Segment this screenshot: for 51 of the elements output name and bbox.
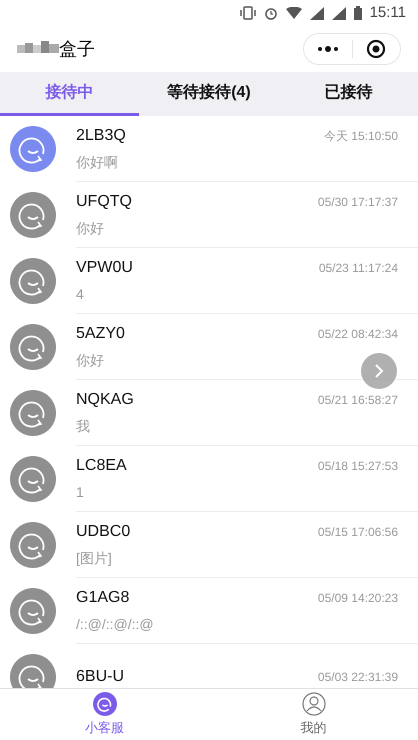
signal-icon <box>332 6 346 20</box>
conversation-item[interactable]: UFQTQ 05/30 17:17:37 你好 <box>0 182 418 248</box>
message-preview: 我 <box>76 417 91 436</box>
tab[interactable]: 等待接待(4) <box>139 72 279 116</box>
wifi-icon <box>286 7 302 19</box>
conversation-item[interactable]: NQKAG 05/21 16:58:27 我 <box>0 380 418 446</box>
status-time: 15:11 <box>370 2 406 23</box>
message-time: 05/09 14:20:23 <box>318 590 398 607</box>
target-icon <box>366 39 386 59</box>
message-preview: 你好 <box>76 219 105 238</box>
message-preview: 你好 <box>76 351 105 370</box>
message-time: 05/30 17:17:37 <box>318 194 398 211</box>
message-preview: 你好啊 <box>76 153 119 172</box>
message-preview: 1 <box>76 483 85 502</box>
vibrate-icon <box>240 6 256 20</box>
message-time: 05/15 17:06:56 <box>318 524 398 541</box>
chevron-right-icon <box>374 364 384 378</box>
message-preview: 4 <box>76 285 85 304</box>
message-time: 05/23 11:17:24 <box>318 260 398 277</box>
signal-icon <box>310 6 324 20</box>
contact-name: UFQTQ <box>76 192 132 212</box>
conversation-item[interactable]: VPW0U 05/23 11:17:24 4 <box>0 248 418 314</box>
contact-name: NQKAG <box>76 390 134 410</box>
conversation-item[interactable]: 2LB3Q 今天 15:10:50 你好啊 <box>0 116 418 182</box>
battery-icon <box>354 6 362 20</box>
contact-name: UDBC0 <box>76 522 130 542</box>
page-title: 盒子 <box>59 38 95 60</box>
alarm-icon <box>264 6 278 20</box>
contact-name: 5AZY0 <box>76 324 125 344</box>
contact-name: VPW0U <box>76 258 133 278</box>
conversation-item[interactable]: UDBC0 05/15 17:06:56 [图片] <box>0 512 418 578</box>
bottom-tab[interactable]: 我的 <box>209 689 418 740</box>
message-time: 05/22 08:42:34 <box>318 326 398 343</box>
conversation-item[interactable]: G1AG8 05/09 14:20:23 /::@/::@/::@ <box>0 578 418 644</box>
contact-name: LC8EA <box>76 456 127 476</box>
contact-name: 2LB3Q <box>76 126 126 146</box>
message-time: 05/03 22:31:39 <box>318 668 398 686</box>
message-time: 05/18 15:27:53 <box>318 458 398 475</box>
contact-name: 6BU-U <box>76 666 124 686</box>
more-icon <box>316 46 339 52</box>
message-preview: /::@/::@/::@ <box>76 615 155 634</box>
conversation-item[interactable]: LC8EA 05/18 15:27:53 1 <box>0 446 418 512</box>
message-time: 05/21 16:58:27 <box>318 392 398 409</box>
person-icon <box>302 692 326 716</box>
tab[interactable]: 已接待 <box>278 72 418 116</box>
headset-face-icon <box>92 692 116 716</box>
message-time: 今天 15:10:50 <box>324 128 398 145</box>
contact-name: G1AG8 <box>76 588 130 608</box>
message-preview: [图片] <box>76 549 113 568</box>
tab[interactable]: 接待中 <box>0 72 140 116</box>
bottom-tab[interactable]: 小客服 <box>0 689 209 740</box>
